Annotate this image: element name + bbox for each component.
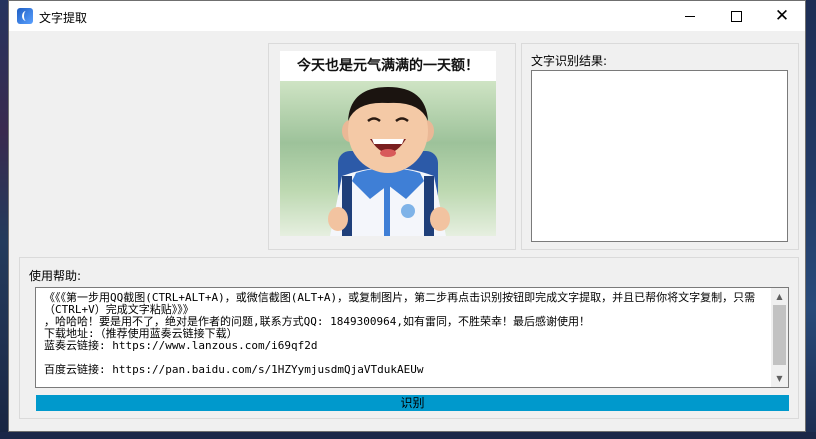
preview-image: 今天也是元气满满的一天额！ xyxy=(280,51,496,236)
desktop-background-right xyxy=(806,0,816,439)
scrollbar-thumb[interactable] xyxy=(773,305,786,365)
app-icon xyxy=(17,8,33,24)
title-bar[interactable]: 文字提取 ✕ xyxy=(9,1,805,31)
help-textbox[interactable]: 《《《第一步用QQ截图(CTRL+ALT+A)，或微信截图(ALT+A)，或复制… xyxy=(35,287,789,388)
result-label: 文字识别结果: xyxy=(531,54,608,68)
app-window: 文字提取 ✕ 今天也是元气满满的一天额！ 文字识别结果: 使用帮助: 《《《第一… xyxy=(8,0,806,432)
close-icon: ✕ xyxy=(774,6,790,26)
help-label: 使用帮助: xyxy=(29,269,82,283)
image-preview-panel: 今天也是元气满满的一天额！ xyxy=(268,43,516,250)
image-background xyxy=(280,81,496,236)
help-scrollbar[interactable]: ▲ ▼ xyxy=(771,288,788,387)
minimize-icon xyxy=(685,15,695,17)
desktop-background-bottom xyxy=(0,432,816,439)
child-illustration xyxy=(328,87,450,236)
recognize-button[interactable]: 识别 xyxy=(36,395,789,411)
help-panel: 使用帮助: 《《《第一步用QQ截图(CTRL+ALT+A)，或微信截图(ALT+… xyxy=(19,257,799,419)
result-textbox[interactable] xyxy=(531,70,788,242)
close-button[interactable]: ✕ xyxy=(759,1,805,31)
maximize-icon xyxy=(730,10,742,22)
maximize-button[interactable] xyxy=(713,1,759,31)
window-title: 文字提取 xyxy=(39,11,88,25)
image-caption: 今天也是元气满满的一天额！ xyxy=(297,58,479,74)
scroll-down-arrow-icon[interactable]: ▼ xyxy=(771,370,788,387)
help-content: 《《《第一步用QQ截图(CTRL+ALT+A)，或微信截图(ALT+A)，或复制… xyxy=(44,291,756,376)
scroll-up-arrow-icon[interactable]: ▲ xyxy=(771,288,788,305)
result-panel: 文字识别结果: xyxy=(521,43,799,250)
minimize-button[interactable] xyxy=(667,1,713,31)
